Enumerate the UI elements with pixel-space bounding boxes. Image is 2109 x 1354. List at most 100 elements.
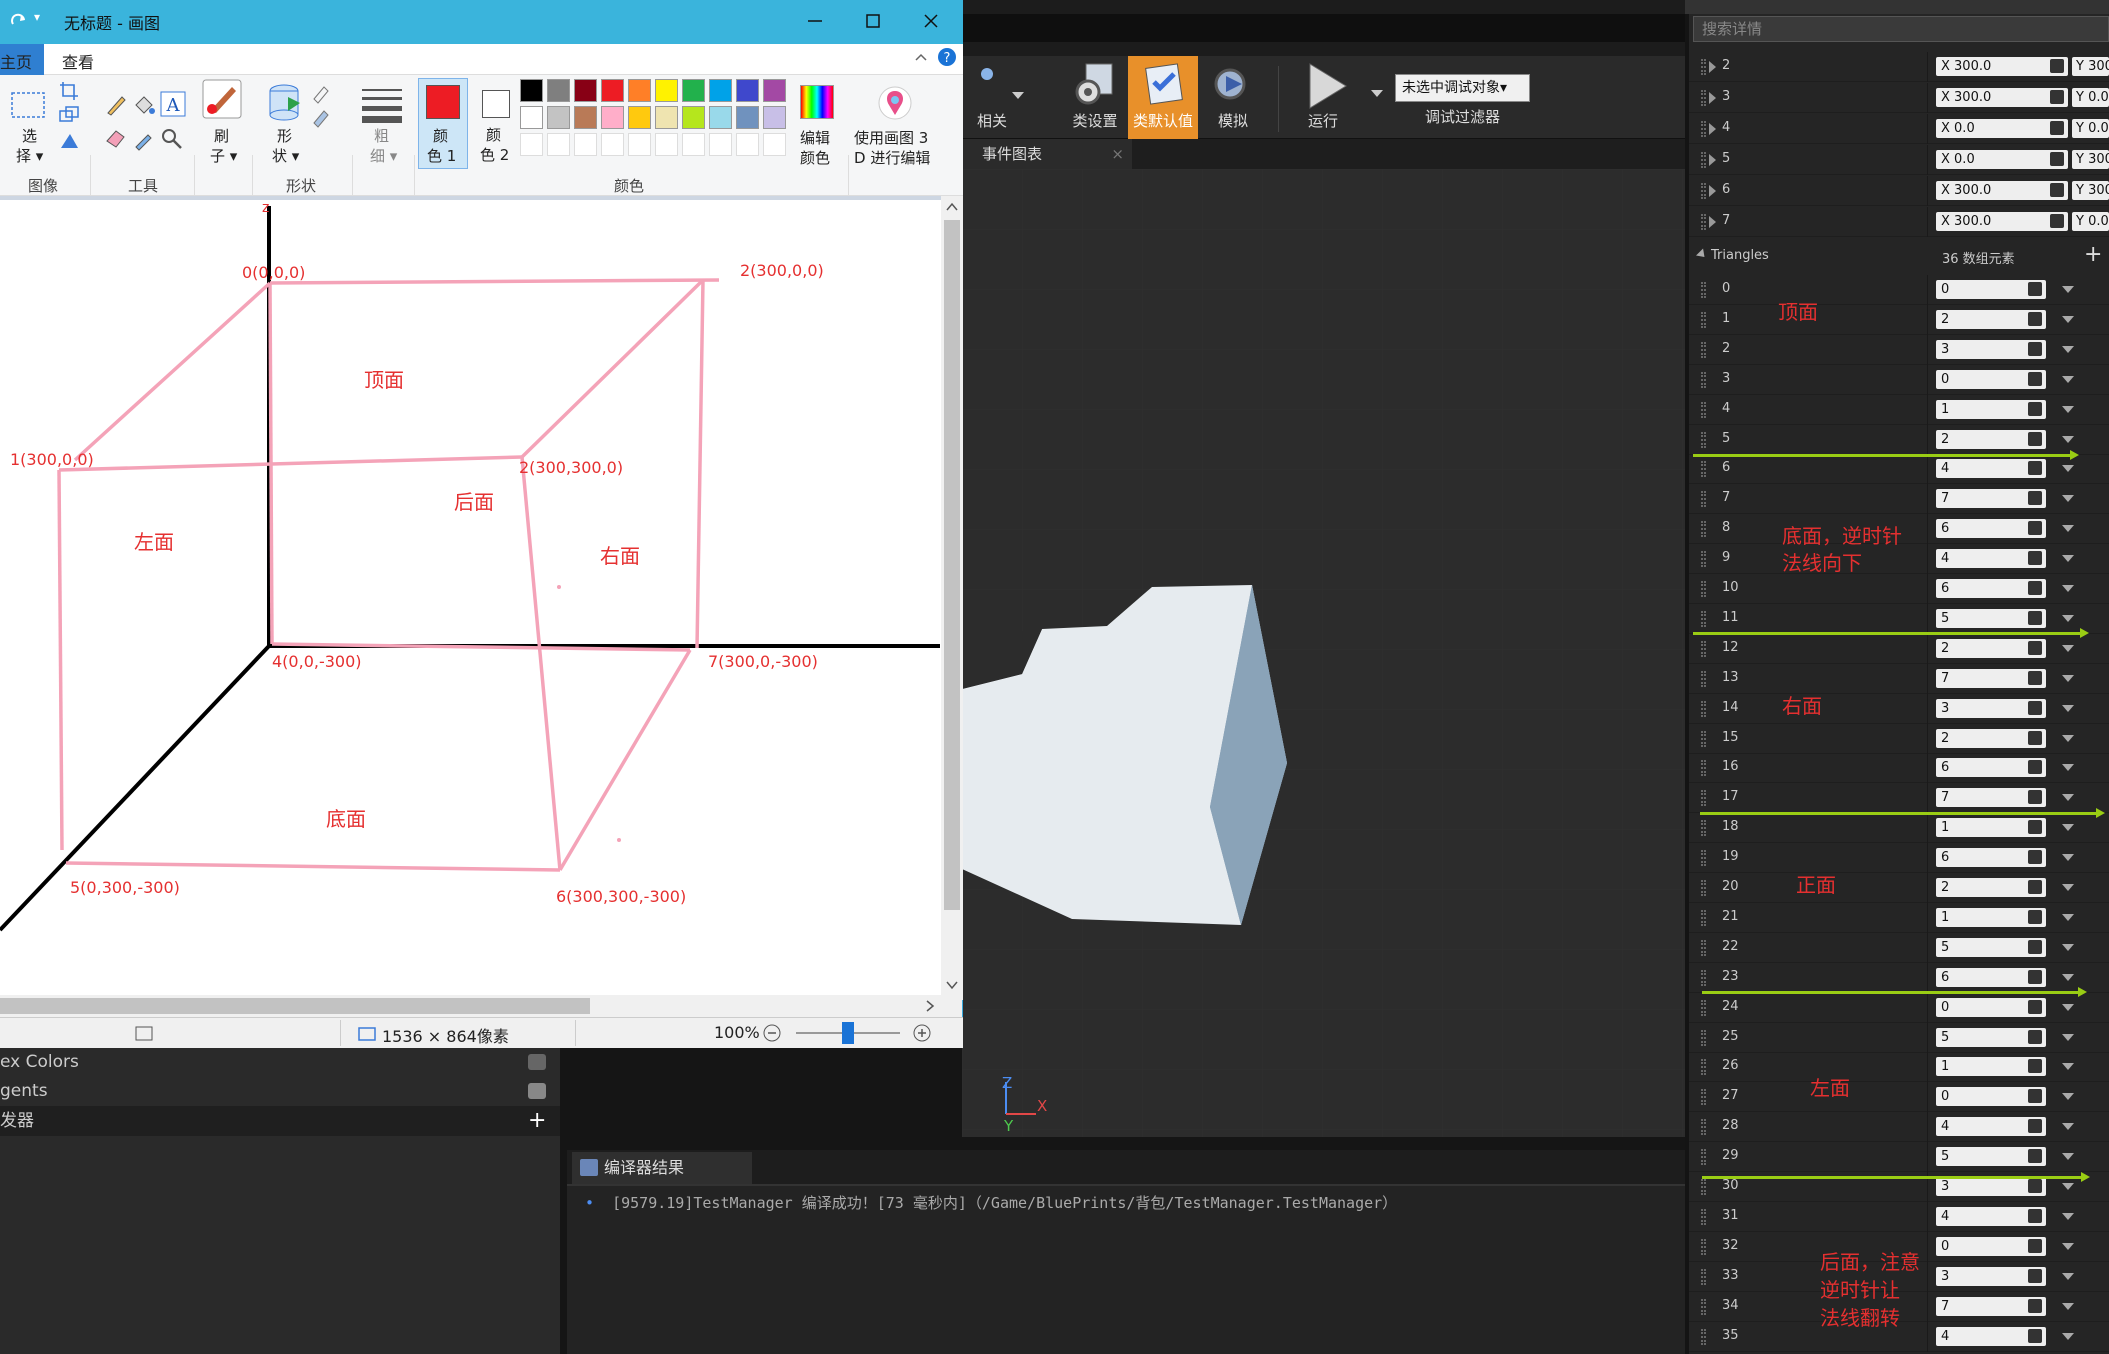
- reset-icon[interactable]: [2028, 1179, 2042, 1193]
- triangle-value-field[interactable]: 6: [1936, 519, 2046, 538]
- drawing-canvas[interactable]: z 0(0,0,0) 2(300,0,0) 1(300,0,0) 2(300,3…: [0, 200, 941, 996]
- list-item[interactable]: gents: [0, 1076, 560, 1106]
- palette-swatch[interactable]: [682, 79, 705, 102]
- rotate-icon[interactable]: [58, 130, 86, 152]
- redo-icon[interactable]: [10, 12, 28, 30]
- panel-splitter[interactable]: [560, 1047, 567, 1354]
- vertex-x-field[interactable]: X 0.0: [1936, 150, 2068, 169]
- palette-swatch[interactable]: [628, 106, 651, 129]
- triangle-row[interactable]: 21 1: [1689, 903, 2109, 933]
- triangle-row[interactable]: 12 2: [1689, 634, 2109, 664]
- list-item[interactable]: ex Colors: [0, 1047, 560, 1077]
- class-settings-button[interactable]: 类设置: [1060, 56, 1130, 139]
- play-button[interactable]: 运行: [1288, 56, 1358, 139]
- vertex-x-field[interactable]: X 300.0: [1936, 212, 2068, 231]
- tab-home[interactable]: 主页: [0, 49, 32, 73]
- drag-handle-icon[interactable]: [1701, 880, 1706, 896]
- drag-handle-icon[interactable]: [1701, 1329, 1706, 1345]
- drag-handle-icon[interactable]: [1701, 521, 1706, 537]
- drag-handle-icon[interactable]: [1701, 1030, 1706, 1046]
- chevron-down-icon[interactable]: [2062, 1303, 2074, 1310]
- expand-arrow-icon[interactable]: [1709, 154, 1716, 166]
- palette-swatch[interactable]: [520, 106, 543, 129]
- triangles-header[interactable]: Triangles 36 数组元素 +: [1689, 242, 2109, 272]
- drag-handle-icon[interactable]: [1701, 671, 1706, 687]
- reset-icon[interactable]: [2028, 1239, 2042, 1253]
- reset-icon[interactable]: [2028, 1119, 2042, 1133]
- triangle-value-field[interactable]: 1: [1936, 818, 2046, 837]
- chevron-down-icon[interactable]: [2062, 555, 2074, 562]
- chevron-down-icon[interactable]: [2062, 525, 2074, 532]
- palette-swatch[interactable]: [763, 133, 786, 156]
- drag-handle-icon[interactable]: [1701, 1089, 1706, 1105]
- minimize-icon[interactable]: [804, 10, 826, 32]
- palette-swatch[interactable]: [736, 79, 759, 102]
- triangle-row[interactable]: 23 6: [1689, 963, 2109, 993]
- vertex-y-field[interactable]: Y 300: [2072, 181, 2109, 200]
- triangle-value-field[interactable]: 6: [1936, 848, 2046, 867]
- drag-handle-icon[interactable]: [1701, 790, 1706, 806]
- reset-icon[interactable]: [2028, 731, 2042, 745]
- chevron-down-icon[interactable]: [2062, 286, 2074, 293]
- drag-handle-icon[interactable]: [1701, 1000, 1706, 1016]
- reset-icon[interactable]: [2050, 183, 2064, 197]
- palette-swatch[interactable]: [763, 79, 786, 102]
- triangle-row[interactable]: 15 2: [1689, 724, 2109, 754]
- chevron-down-icon[interactable]: [2062, 316, 2074, 323]
- reset-icon[interactable]: [2050, 121, 2064, 135]
- palette-swatch[interactable]: [655, 106, 678, 129]
- select-button[interactable]: 择 ▾: [16, 145, 43, 166]
- triangle-value-field[interactable]: 2: [1936, 639, 2046, 658]
- chevron-down-icon[interactable]: [2062, 346, 2074, 353]
- plus-icon[interactable]: +: [2084, 242, 2102, 267]
- help-icon[interactable]: ?: [937, 47, 957, 67]
- palette-swatch[interactable]: [763, 106, 786, 129]
- triangle-value-field[interactable]: 5: [1936, 1028, 2046, 1047]
- reset-icon[interactable]: [2028, 1209, 2042, 1223]
- vertex-row[interactable]: 5 X 0.0 Y 300: [1689, 145, 2109, 175]
- chevron-down-icon[interactable]: [2062, 914, 2074, 921]
- triangle-row[interactable]: 14 3: [1689, 694, 2109, 724]
- drag-handle-icon[interactable]: [1701, 1239, 1706, 1255]
- shapes-button[interactable]: 状 ▾: [272, 145, 299, 166]
- vertex-x-field[interactable]: X 300.0: [1936, 88, 2068, 107]
- drag-handle-icon[interactable]: [1701, 491, 1706, 507]
- chevron-down-icon[interactable]: [2062, 1243, 2074, 1250]
- drag-handle-icon[interactable]: [1701, 282, 1706, 298]
- vertex-row[interactable]: 7 X 300.0 Y 0.0: [1689, 207, 2109, 237]
- palette-swatch[interactable]: [709, 106, 732, 129]
- text-icon[interactable]: A: [160, 91, 186, 117]
- triangle-value-field[interactable]: 3: [1936, 699, 2046, 718]
- brush-icon[interactable]: [202, 79, 242, 119]
- reset-icon[interactable]: [2028, 521, 2042, 535]
- size-button[interactable]: 细 ▾: [370, 145, 397, 166]
- reset-icon[interactable]: [2028, 611, 2042, 625]
- triangle-value-field[interactable]: 1: [1936, 1057, 2046, 1076]
- paint3d-button[interactable]: 使用画图 3 D 进行编辑: [852, 79, 942, 170]
- triangle-value-field[interactable]: 2: [1936, 729, 2046, 748]
- palette-swatch[interactable]: [601, 133, 624, 156]
- triangle-value-field[interactable]: 3: [1936, 1177, 2046, 1196]
- chevron-down-icon[interactable]: [2062, 615, 2074, 622]
- drag-handle-icon[interactable]: [1701, 581, 1706, 597]
- chevron-down-icon[interactable]: [2062, 495, 2074, 502]
- reset-icon[interactable]: [2050, 214, 2064, 228]
- reset-icon[interactable]: [2028, 372, 2042, 386]
- paint-titlebar[interactable]: ▾ 无标题 - 画图: [0, 0, 963, 44]
- chevron-down-icon[interactable]: [2062, 884, 2074, 891]
- vertex-row[interactable]: 3 X 300.0 Y 0.0: [1689, 83, 2109, 113]
- debug-object-dropdown[interactable]: 未选中调试对象▾: [1395, 74, 1530, 102]
- chevron-down-icon[interactable]: [2062, 645, 2074, 652]
- triangle-row[interactable]: 25 5: [1689, 1023, 2109, 1053]
- drag-handle-icon[interactable]: [1701, 342, 1706, 358]
- chevron-down-icon[interactable]: [2062, 1273, 2074, 1280]
- related-dropdown-arrow-icon[interactable]: [1012, 92, 1024, 99]
- zoom-out-icon[interactable]: [762, 1023, 782, 1043]
- drag-handle-icon[interactable]: [1701, 121, 1706, 137]
- reset-icon[interactable]: [2028, 910, 2042, 924]
- vertex-row[interactable]: 6 X 300.0 Y 300: [1689, 176, 2109, 206]
- triangle-row[interactable]: 12: [1689, 305, 2109, 335]
- drag-handle-icon[interactable]: [1701, 152, 1706, 168]
- chevron-down-icon[interactable]: [2062, 824, 2074, 831]
- color-picker-icon[interactable]: [132, 127, 156, 151]
